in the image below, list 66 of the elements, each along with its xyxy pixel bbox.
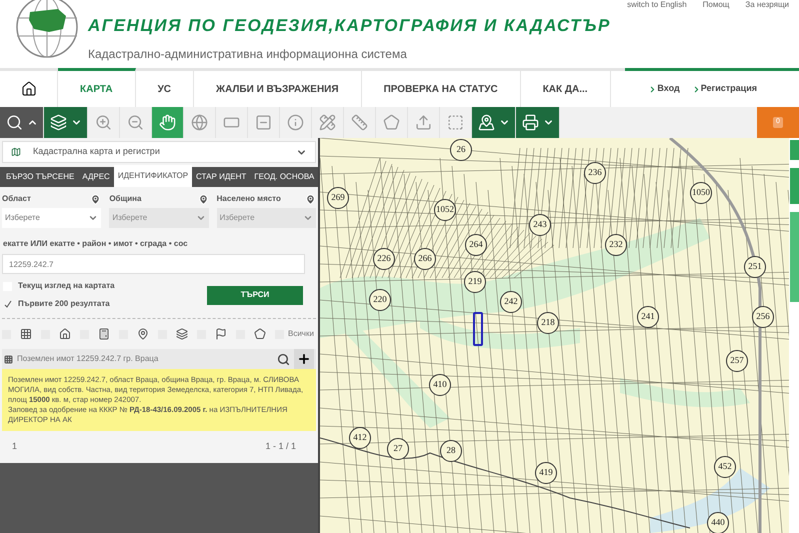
highlighted-parcel [473, 312, 483, 346]
search-tab[interactable]: АДРЕС [78, 167, 114, 187]
toolbar-button[interactable] [0, 107, 44, 138]
rectangle-minus-icon [255, 114, 272, 131]
calculator-icon [98, 328, 110, 340]
search-icon [6, 114, 22, 131]
map-icon [11, 147, 21, 157]
identifier-input[interactable]: 12259.242.7 [2, 254, 305, 274]
pin-icon [137, 328, 149, 340]
search-button[interactable]: ТЪРСИ [207, 286, 303, 304]
printer-icon [522, 114, 538, 131]
toolbar-button[interactable] [152, 107, 184, 138]
filter-label: Всички [288, 328, 314, 340]
field-label: Област [2, 193, 31, 205]
select-field[interactable]: Изберете [2, 208, 102, 228]
layers-icon [50, 114, 66, 131]
result-title: Поземлен имот 12259.242.7 гр. Враца [17, 353, 158, 365]
system-subtitle: Кадастрално-административна информационна система [88, 46, 408, 62]
flag-icon [215, 328, 227, 340]
layers-icon [176, 328, 188, 340]
field-label: Община [109, 193, 142, 205]
chevron-down-icon [196, 213, 206, 223]
account-link[interactable]: Вход [648, 82, 680, 96]
field-label: екатте ИЛИ екатте • район • имот • сграда • сос [2, 238, 189, 250]
ruler-area-icon [319, 114, 336, 131]
header-link[interactable]: За незрящи [745, 0, 789, 10]
search-tab[interactable]: СТАР ИДЕНТ [192, 167, 250, 187]
layer-dropdown[interactable]: Кадастрална карта и регистри [2, 141, 316, 163]
search-tab[interactable]: БЪРЗО ТЪРСЕНЕ [2, 167, 78, 187]
zoom-out-icon [127, 114, 144, 131]
polygon-icon [254, 328, 266, 340]
info-icon [287, 114, 304, 131]
field-label: Населено място [216, 193, 281, 205]
grid-icon [20, 328, 32, 340]
checkbox-label: Текущ изглед на картата [18, 280, 115, 292]
toolbar-button[interactable] [516, 107, 560, 138]
upload-icon [415, 114, 432, 131]
page-number[interactable]: 1 [12, 440, 18, 454]
checkbox-label: Първите 200 резултата [18, 298, 110, 310]
zoom-in-icon [95, 114, 112, 131]
account-link[interactable]: Регистрация [692, 82, 757, 96]
pin-icon [198, 194, 209, 204]
agency-title: АГЕНЦИЯ ПО ГЕОДЕЗИЯ,КАРТОГРАФИЯ И КАДАСТЪР [88, 15, 611, 37]
result-range: 1 - 1 / 1 [265, 440, 296, 454]
chevron-down-icon [88, 213, 98, 223]
selection-icon [447, 114, 464, 131]
hand-icon [159, 114, 176, 131]
search-tab[interactable]: ИДЕНТИФИКАТОР [114, 165, 192, 187]
plus-icon [297, 352, 311, 366]
pin-icon [90, 194, 102, 204]
search-icon [277, 352, 290, 366]
toolbar-button[interactable] [472, 107, 516, 138]
home-icon [20, 81, 36, 97]
header-link[interactable]: switch to English [627, 0, 687, 10]
toolbar-button[interactable] [44, 107, 88, 138]
polygon-icon [383, 114, 400, 131]
globe-icon [191, 114, 208, 131]
map-info-icon [478, 114, 494, 131]
home-icon [59, 328, 71, 340]
add-button[interactable] [294, 349, 314, 369]
ruler-icon [351, 114, 368, 131]
grid-icon [4, 354, 13, 364]
checkbox[interactable] [3, 300, 12, 308]
header-link[interactable]: Помощ [702, 0, 730, 10]
search-tab[interactable]: ГЕОД. ОСНОВА [250, 167, 318, 187]
chevron-down-icon [303, 213, 313, 223]
